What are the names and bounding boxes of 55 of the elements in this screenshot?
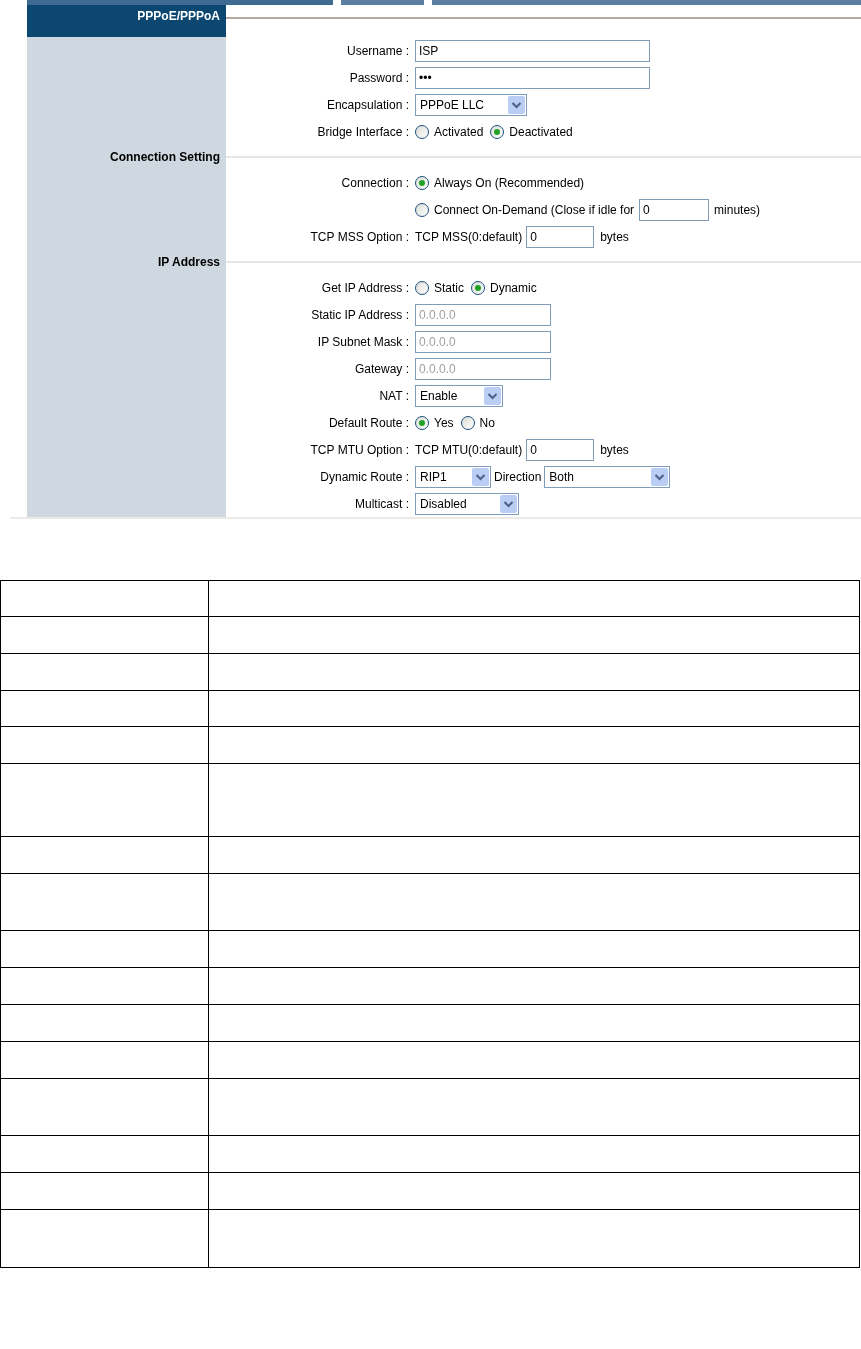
text-field[interactable]: ISP: [415, 39, 650, 62]
radio-button[interactable]: [415, 202, 429, 217]
dropdown[interactable]: Enable: [415, 384, 503, 407]
radio-label: No: [479, 414, 495, 432]
unit-text: minutes): [714, 201, 761, 219]
radio-button[interactable]: [415, 280, 429, 295]
dropdown[interactable]: Both: [544, 465, 671, 488]
number-field[interactable]: 0: [526, 438, 595, 461]
radio-button[interactable]: [460, 415, 475, 430]
field-label: Encapsulation :: [325, 96, 410, 114]
radio-label: Static: [434, 279, 464, 297]
chevron-down-icon: [651, 467, 669, 486]
chevron-down-icon: [484, 386, 501, 405]
field-label: Default Route :: [327, 414, 410, 432]
radio-button[interactable]: [471, 280, 485, 295]
field-label: Username :: [345, 42, 410, 60]
radio-label: Always On (Recommended): [434, 174, 585, 192]
field-label: Static IP Address :: [310, 306, 410, 324]
radio-label: Yes: [434, 414, 454, 432]
option-text: TCP MTU(0:default): [415, 441, 523, 459]
field-label: Bridge Interface :: [316, 123, 410, 141]
field-label: Dynamic Route :: [319, 468, 410, 486]
radio-label: Activated: [434, 123, 484, 141]
section-title: Connection Setting: [109, 149, 221, 166]
chevron-down-icon: [472, 467, 489, 486]
chevron-down-icon: [508, 95, 525, 114]
chevron-down-icon: [500, 494, 517, 513]
dropdown[interactable]: Disabled: [415, 492, 519, 515]
radio-button[interactable]: [490, 124, 505, 139]
radio-label: Deactivated: [509, 123, 573, 141]
direction-label: Direction: [494, 468, 542, 486]
option-text: TCP MSS(0:default): [415, 228, 523, 246]
number-field[interactable]: 0: [639, 198, 710, 221]
radio-button[interactable]: [415, 124, 429, 139]
field-label: IP Subnet Mask :: [316, 333, 410, 351]
unit-text: bytes: [600, 228, 629, 246]
field-label: TCP MTU Option :: [309, 441, 410, 459]
number-field[interactable]: 0: [526, 225, 595, 248]
radio-button[interactable]: [415, 175, 429, 190]
dropdown[interactable]: PPPoE LLC: [415, 93, 527, 116]
field-label: Password :: [348, 69, 410, 87]
password-field[interactable]: •••: [415, 66, 650, 89]
field-label: NAT :: [378, 387, 410, 405]
radio-button[interactable]: [415, 415, 429, 430]
field-label: Get IP Address :: [320, 279, 410, 297]
radio-label: Connect On-Demand (Close if idle for: [434, 201, 635, 219]
unit-text: bytes: [600, 441, 629, 459]
field-label: Gateway :: [353, 360, 410, 378]
field-label: Connection :: [340, 174, 410, 192]
section-title: IP Address: [156, 254, 221, 271]
field-label: TCP MSS Option :: [309, 228, 410, 246]
field-label: Multicast :: [354, 495, 410, 513]
dropdown[interactable]: RIP1: [415, 465, 491, 488]
section-header: PPPoE/PPPoA: [27, 5, 226, 37]
radio-label: Dynamic: [490, 279, 537, 297]
